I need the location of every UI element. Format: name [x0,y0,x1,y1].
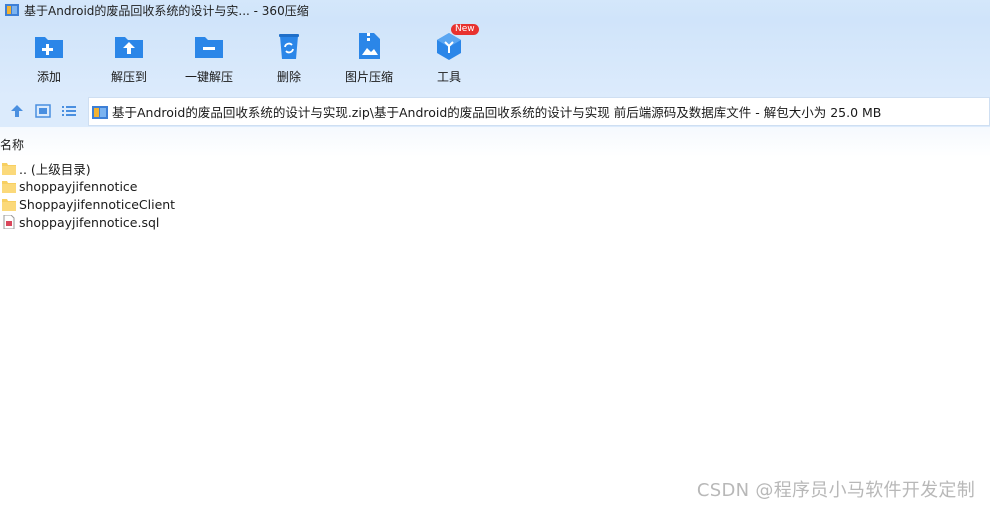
column-header-name[interactable]: 名称 [0,136,24,153]
recycle-bin-icon [273,30,305,62]
address-bar[interactable]: 基于Android的废品回收系统的设计与实现.zip\基于Android的废品回… [88,97,990,126]
tools-label: 工具 [436,70,461,84]
one-click-extract-icon [193,30,225,62]
watermark: CSDN @程序员小马软件开发定制 [696,480,975,501]
arrow-up-icon [11,105,23,117]
image-compress-button[interactable]: 图片压缩 [329,30,409,90]
folder-icon [2,161,16,175]
extract-to-button[interactable]: 解压到 [89,30,169,90]
thumbnail-view-icon [35,104,51,118]
toolbar: 添加 解压到 一键解压 删除 图片压缩 New 工具 [0,20,990,96]
title-bar: 基于Android的废品回收系统的设计与实... - 360压缩 [0,0,990,20]
sql-file-icon [2,214,16,230]
new-badge: New [451,24,479,35]
delete-button[interactable]: 删除 [249,30,329,90]
add-button[interactable]: 添加 [9,30,89,90]
tools-cube-icon: New [433,24,479,62]
file-name: ShoppayjifennoticeClient [19,196,176,212]
address-row: 基于Android的废品回收系统的设计与实现.zip\基于Android的废品回… [0,96,990,127]
add-label: 添加 [36,70,61,84]
list-item[interactable]: shoppayjifennotice [0,177,137,195]
up-level-button[interactable] [9,103,25,119]
delete-label: 删除 [276,70,301,84]
list-view-icon [62,106,76,116]
list-item[interactable]: .. (上级目录) [0,159,91,177]
one-click-extract-label: 一键解压 [184,70,233,84]
archive-icon [92,104,108,120]
list-item[interactable]: ShoppayjifennoticeClient [0,195,175,213]
window-title: 基于Android的废品回收系统的设计与实... - 360压缩 [24,3,309,18]
list-view-button[interactable] [61,103,77,119]
file-list: 名称 .. (上级目录) shoppayjifennotice Shoppayj… [0,127,990,506]
column-header-bar [0,127,990,157]
folder-icon [2,179,16,193]
file-name: .. (上级目录) [19,161,91,177]
image-compress-icon [353,30,385,62]
add-folder-icon [33,30,65,62]
image-compress-label: 图片压缩 [344,70,393,84]
one-click-extract-button[interactable]: 一键解压 [169,30,249,90]
address-path: 基于Android的废品回收系统的设计与实现.zip\基于Android的废品回… [112,105,882,120]
file-name: shoppayjifennotice.sql [19,214,160,230]
thumbnail-view-button[interactable] [35,103,51,119]
archive-app-icon [5,3,19,17]
list-item[interactable]: shoppayjifennotice.sql [0,213,159,231]
extract-to-label: 解压到 [110,70,147,84]
tools-button[interactable]: New 工具 [409,24,489,90]
extract-to-icon [113,30,145,62]
folder-icon [2,197,16,211]
file-name: shoppayjifennotice [19,178,138,194]
